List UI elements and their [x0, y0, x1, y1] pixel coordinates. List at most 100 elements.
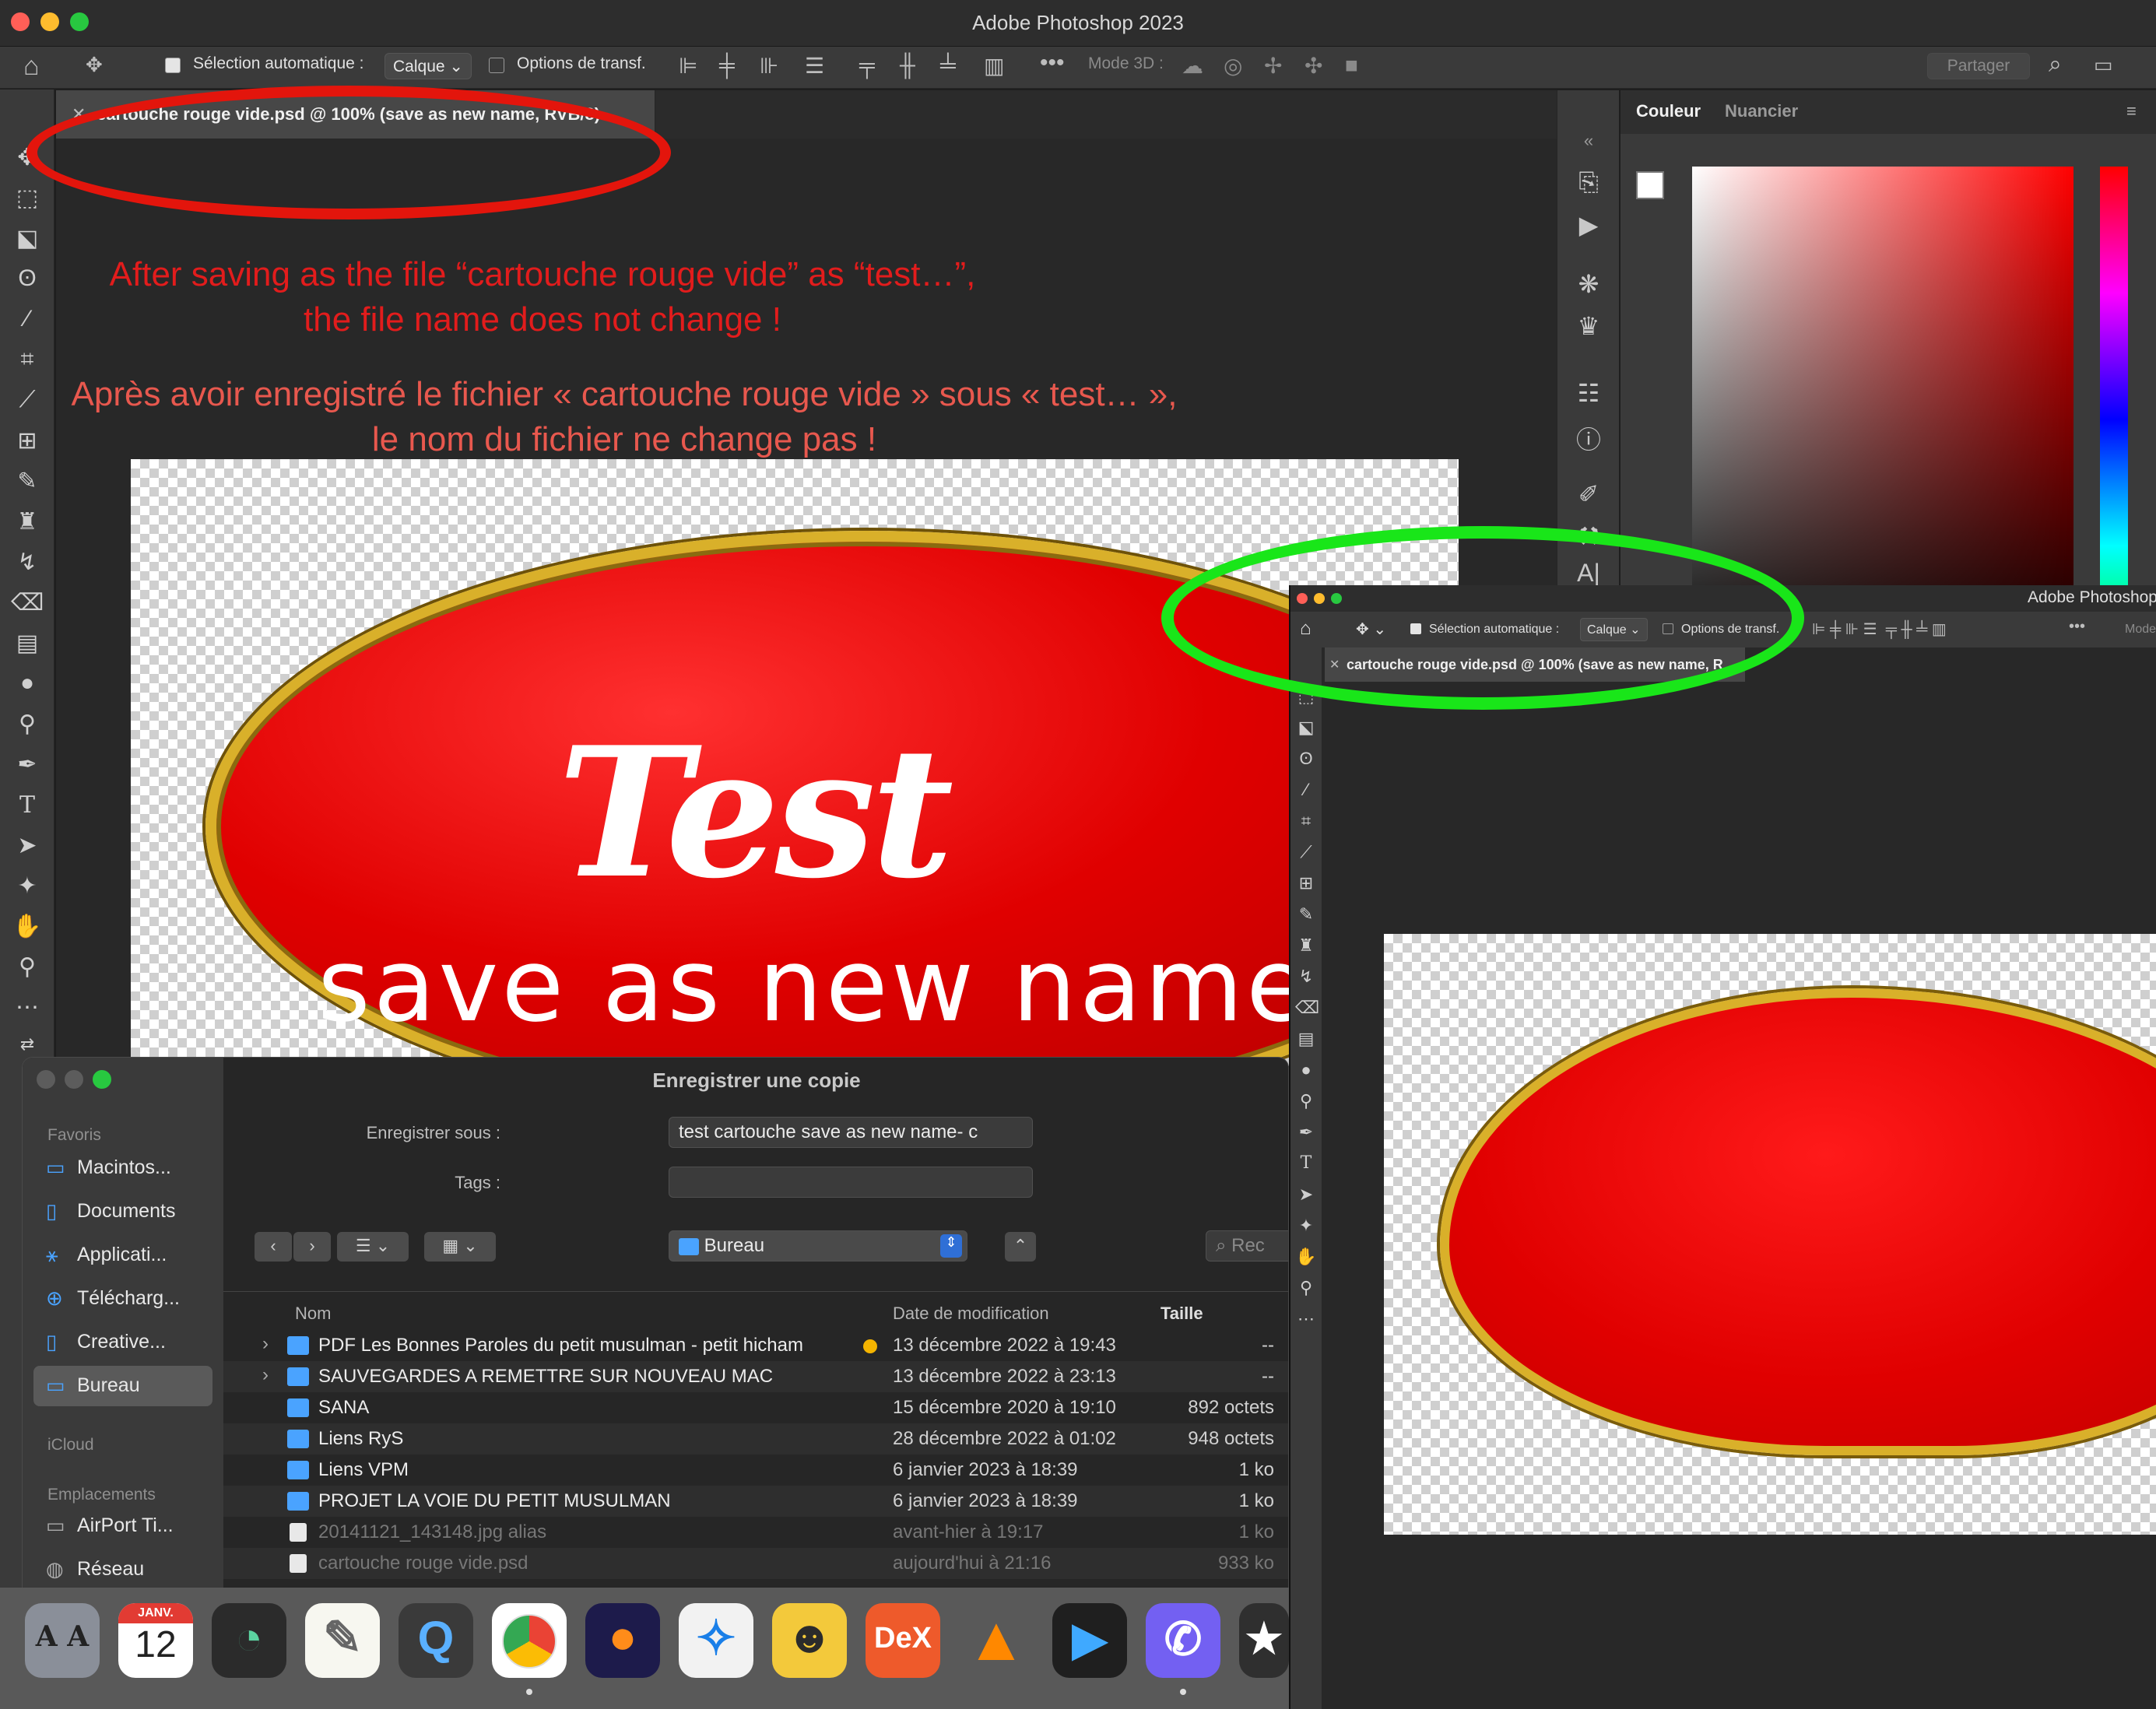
collapse-icon[interactable]: « [1571, 131, 1606, 165]
roll-3d-icon[interactable]: ◎ [1224, 53, 1242, 79]
column-header-size[interactable]: Taille [1161, 1304, 1203, 1324]
magic-wand-tool-icon[interactable]: ⁄ [11, 306, 44, 339]
search-icon[interactable]: ⌕ [2049, 51, 2062, 78]
dictionary-app-icon[interactable]: A A [25, 1603, 100, 1678]
align-middle-icon[interactable]: ╫ [900, 53, 915, 78]
info-icon[interactable]: ⓘ [1571, 420, 1606, 454]
search-field[interactable]: ⌕ Rec [1206, 1230, 1288, 1262]
location-dropdown[interactable]: Bureau ⇕ [669, 1230, 967, 1262]
align-bottom-icon[interactable]: ╧ [940, 53, 956, 78]
window2-magic-wand-icon[interactable]: ⁄ [1295, 780, 1317, 802]
sidebar-item-macintosh[interactable]: ▭ Macintos... [33, 1148, 212, 1188]
brushes-icon[interactable]: ✐ [1571, 479, 1606, 514]
window2-stamp-icon[interactable]: ♜ [1295, 935, 1317, 957]
distribute-vertical-icon[interactable]: ▥ [984, 53, 1004, 79]
foreground-color-swatch[interactable] [1636, 171, 1664, 199]
window2-object-select-icon[interactable]: ⬕ [1295, 718, 1317, 739]
column-header-name[interactable]: Nom [295, 1304, 331, 1324]
move-tool-icon[interactable]: ✥ [86, 53, 103, 77]
history-icon[interactable]: ⎘ [1571, 168, 1606, 202]
viber-app-icon[interactable]: ✆ [1146, 1603, 1220, 1678]
window2-document-canvas[interactable] [1384, 934, 2156, 1535]
panel-menu-icon[interactable]: ≡ [2126, 101, 2137, 121]
window2-shape-icon[interactable]: ✦ [1295, 1216, 1317, 1237]
window2-blur-icon[interactable]: ● [1295, 1060, 1317, 1082]
history-brush-tool-icon[interactable]: ↯ [11, 549, 44, 581]
path-select-tool-icon[interactable]: ➤ [11, 832, 44, 865]
slide-3d-icon[interactable]: ✣ [1304, 53, 1322, 79]
window2-eyedropper-icon[interactable]: ⟋ [1295, 842, 1317, 864]
file-row[interactable]: SANA 15 décembre 2020 à 19:10 892 octets [223, 1392, 1288, 1423]
orbit-3d-icon[interactable]: ☁ [1182, 53, 1203, 79]
window2-path-select-icon[interactable]: ➤ [1295, 1184, 1317, 1206]
share-button[interactable]: Partager [1927, 53, 2030, 79]
distribute-icon[interactable]: ☰ [805, 53, 824, 79]
adjustments-icon[interactable]: ☷ [1571, 378, 1606, 412]
filename-input[interactable]: test cartouche save as new name- c [669, 1117, 1033, 1148]
window2-healing-icon[interactable]: ⊞ [1295, 873, 1317, 895]
cyberduck-app-icon[interactable]: ☻ [772, 1603, 847, 1678]
dialog-close-button[interactable] [37, 1070, 55, 1089]
play-actions-icon[interactable]: ▶ [1571, 210, 1606, 244]
crop-tool-icon[interactable]: ⌗ [11, 346, 44, 379]
hand-tool-icon[interactable]: ✋ [11, 913, 44, 946]
dialog-minimize-button[interactable] [65, 1070, 83, 1089]
textedit-app-icon[interactable]: ✎ [305, 1603, 380, 1678]
file-row[interactable]: Liens VPM 6 janvier 2023 à 18:39 1 ko [223, 1455, 1288, 1486]
chrome-app-icon[interactable] [492, 1603, 567, 1678]
vlc-app-icon[interactable]: ▲ [959, 1603, 1034, 1678]
sidebar-item-airport[interactable]: ▭ AirPort Ti... [33, 1506, 212, 1546]
histogram-icon[interactable]: ♛ [1571, 311, 1606, 346]
expand-dialog-button[interactable]: ⌃ [1005, 1232, 1036, 1262]
back-button[interactable]: ‹ [255, 1232, 292, 1262]
window2-more-tools-icon[interactable]: ⋯ [1295, 1309, 1317, 1331]
gradient-tool-icon[interactable]: ▤ [11, 630, 44, 662]
list-view-button[interactable]: ☰ ⌄ [337, 1232, 409, 1262]
file-row[interactable]: PROJET LA VOIE DU PETIT MUSULMAN 6 janvie… [223, 1486, 1288, 1517]
dialog-zoom-button[interactable] [93, 1070, 111, 1089]
firefox-app-icon[interactable]: ● [585, 1603, 660, 1678]
calendar-app-icon[interactable]: JANV. 12 [118, 1603, 193, 1678]
window2-more-icon[interactable]: ••• [2069, 618, 2085, 636]
tags-input[interactable] [669, 1167, 1033, 1198]
more-options-icon[interactable]: ••• [1040, 50, 1065, 76]
marquee-tool-icon[interactable]: ⬚ [11, 184, 44, 217]
forward-button[interactable]: › [293, 1232, 331, 1262]
dex-app-icon[interactable]: DeX [866, 1603, 940, 1678]
home-icon[interactable]: ⌂ [23, 51, 40, 82]
window2-lasso-tool-icon[interactable]: ʘ [1295, 749, 1317, 770]
tab-swatches[interactable]: Nuancier [1725, 101, 1798, 121]
sidebar-item-applications[interactable]: ⚹ Applicati... [33, 1235, 212, 1276]
healing-tool-icon[interactable]: ⊞ [11, 427, 44, 460]
file-row[interactable]: Liens RyS 28 décembre 2022 à 01:02 948 oct… [223, 1423, 1288, 1455]
brush-tool-icon[interactable]: ✎ [11, 468, 44, 500]
zoom-tool-icon[interactable]: ⚲ [11, 953, 44, 986]
brush-settings-icon[interactable]: ❋ [1571, 269, 1606, 304]
lasso-tool-icon[interactable]: ʘ [11, 265, 44, 298]
align-center-icon[interactable]: ╪ [719, 53, 735, 78]
eraser-tool-icon[interactable]: ⌫ [11, 589, 44, 622]
file-row[interactable]: › PDF Les Bonnes Paroles du petit musulma… [223, 1330, 1288, 1361]
quicktime-app-icon[interactable]: Q [399, 1603, 473, 1678]
sidebar-item-creative-cloud[interactable]: ▯ Creative... [33, 1322, 212, 1363]
window2-align-icons[interactable]: ⊫ ╪ ⊪ ☰ ╤ ╫ ╧ ▥ [1812, 619, 1947, 639]
disclosure-chevron-icon[interactable]: › [262, 1333, 269, 1355]
file-row[interactable]: cartouche rouge vide.psd aujourd'hui à 21… [223, 1548, 1288, 1579]
camera-3d-icon[interactable]: ■ [1345, 53, 1358, 78]
window2-gradient-icon[interactable]: ▤ [1295, 1029, 1317, 1051]
sidebar-item-network[interactable]: ◍ Réseau [33, 1549, 212, 1590]
auto-select-dropdown[interactable]: Calque ⌄ [384, 53, 472, 79]
object-select-tool-icon[interactable]: ⬕ [11, 225, 44, 258]
tab-color[interactable]: Couleur [1636, 101, 1701, 121]
auto-select-checkbox[interactable] [165, 58, 181, 73]
dodge-tool-icon[interactable]: ⚲ [11, 711, 44, 743]
column-header-date[interactable]: Date de modification [893, 1304, 1049, 1324]
drag-3d-icon[interactable]: ✢ [1264, 53, 1282, 79]
window2-history-brush-icon[interactable]: ↯ [1295, 967, 1317, 988]
blur-tool-icon[interactable]: ● [11, 670, 44, 703]
window2-crop-tool-icon[interactable]: ⌗ [1295, 811, 1317, 833]
window2-hand-icon[interactable]: ✋ [1295, 1247, 1317, 1269]
more-tools-icon[interactable]: ⋯ [11, 994, 44, 1026]
disclosure-chevron-icon[interactable]: › [262, 1364, 269, 1386]
window2-dodge-icon[interactable]: ⚲ [1295, 1091, 1317, 1113]
